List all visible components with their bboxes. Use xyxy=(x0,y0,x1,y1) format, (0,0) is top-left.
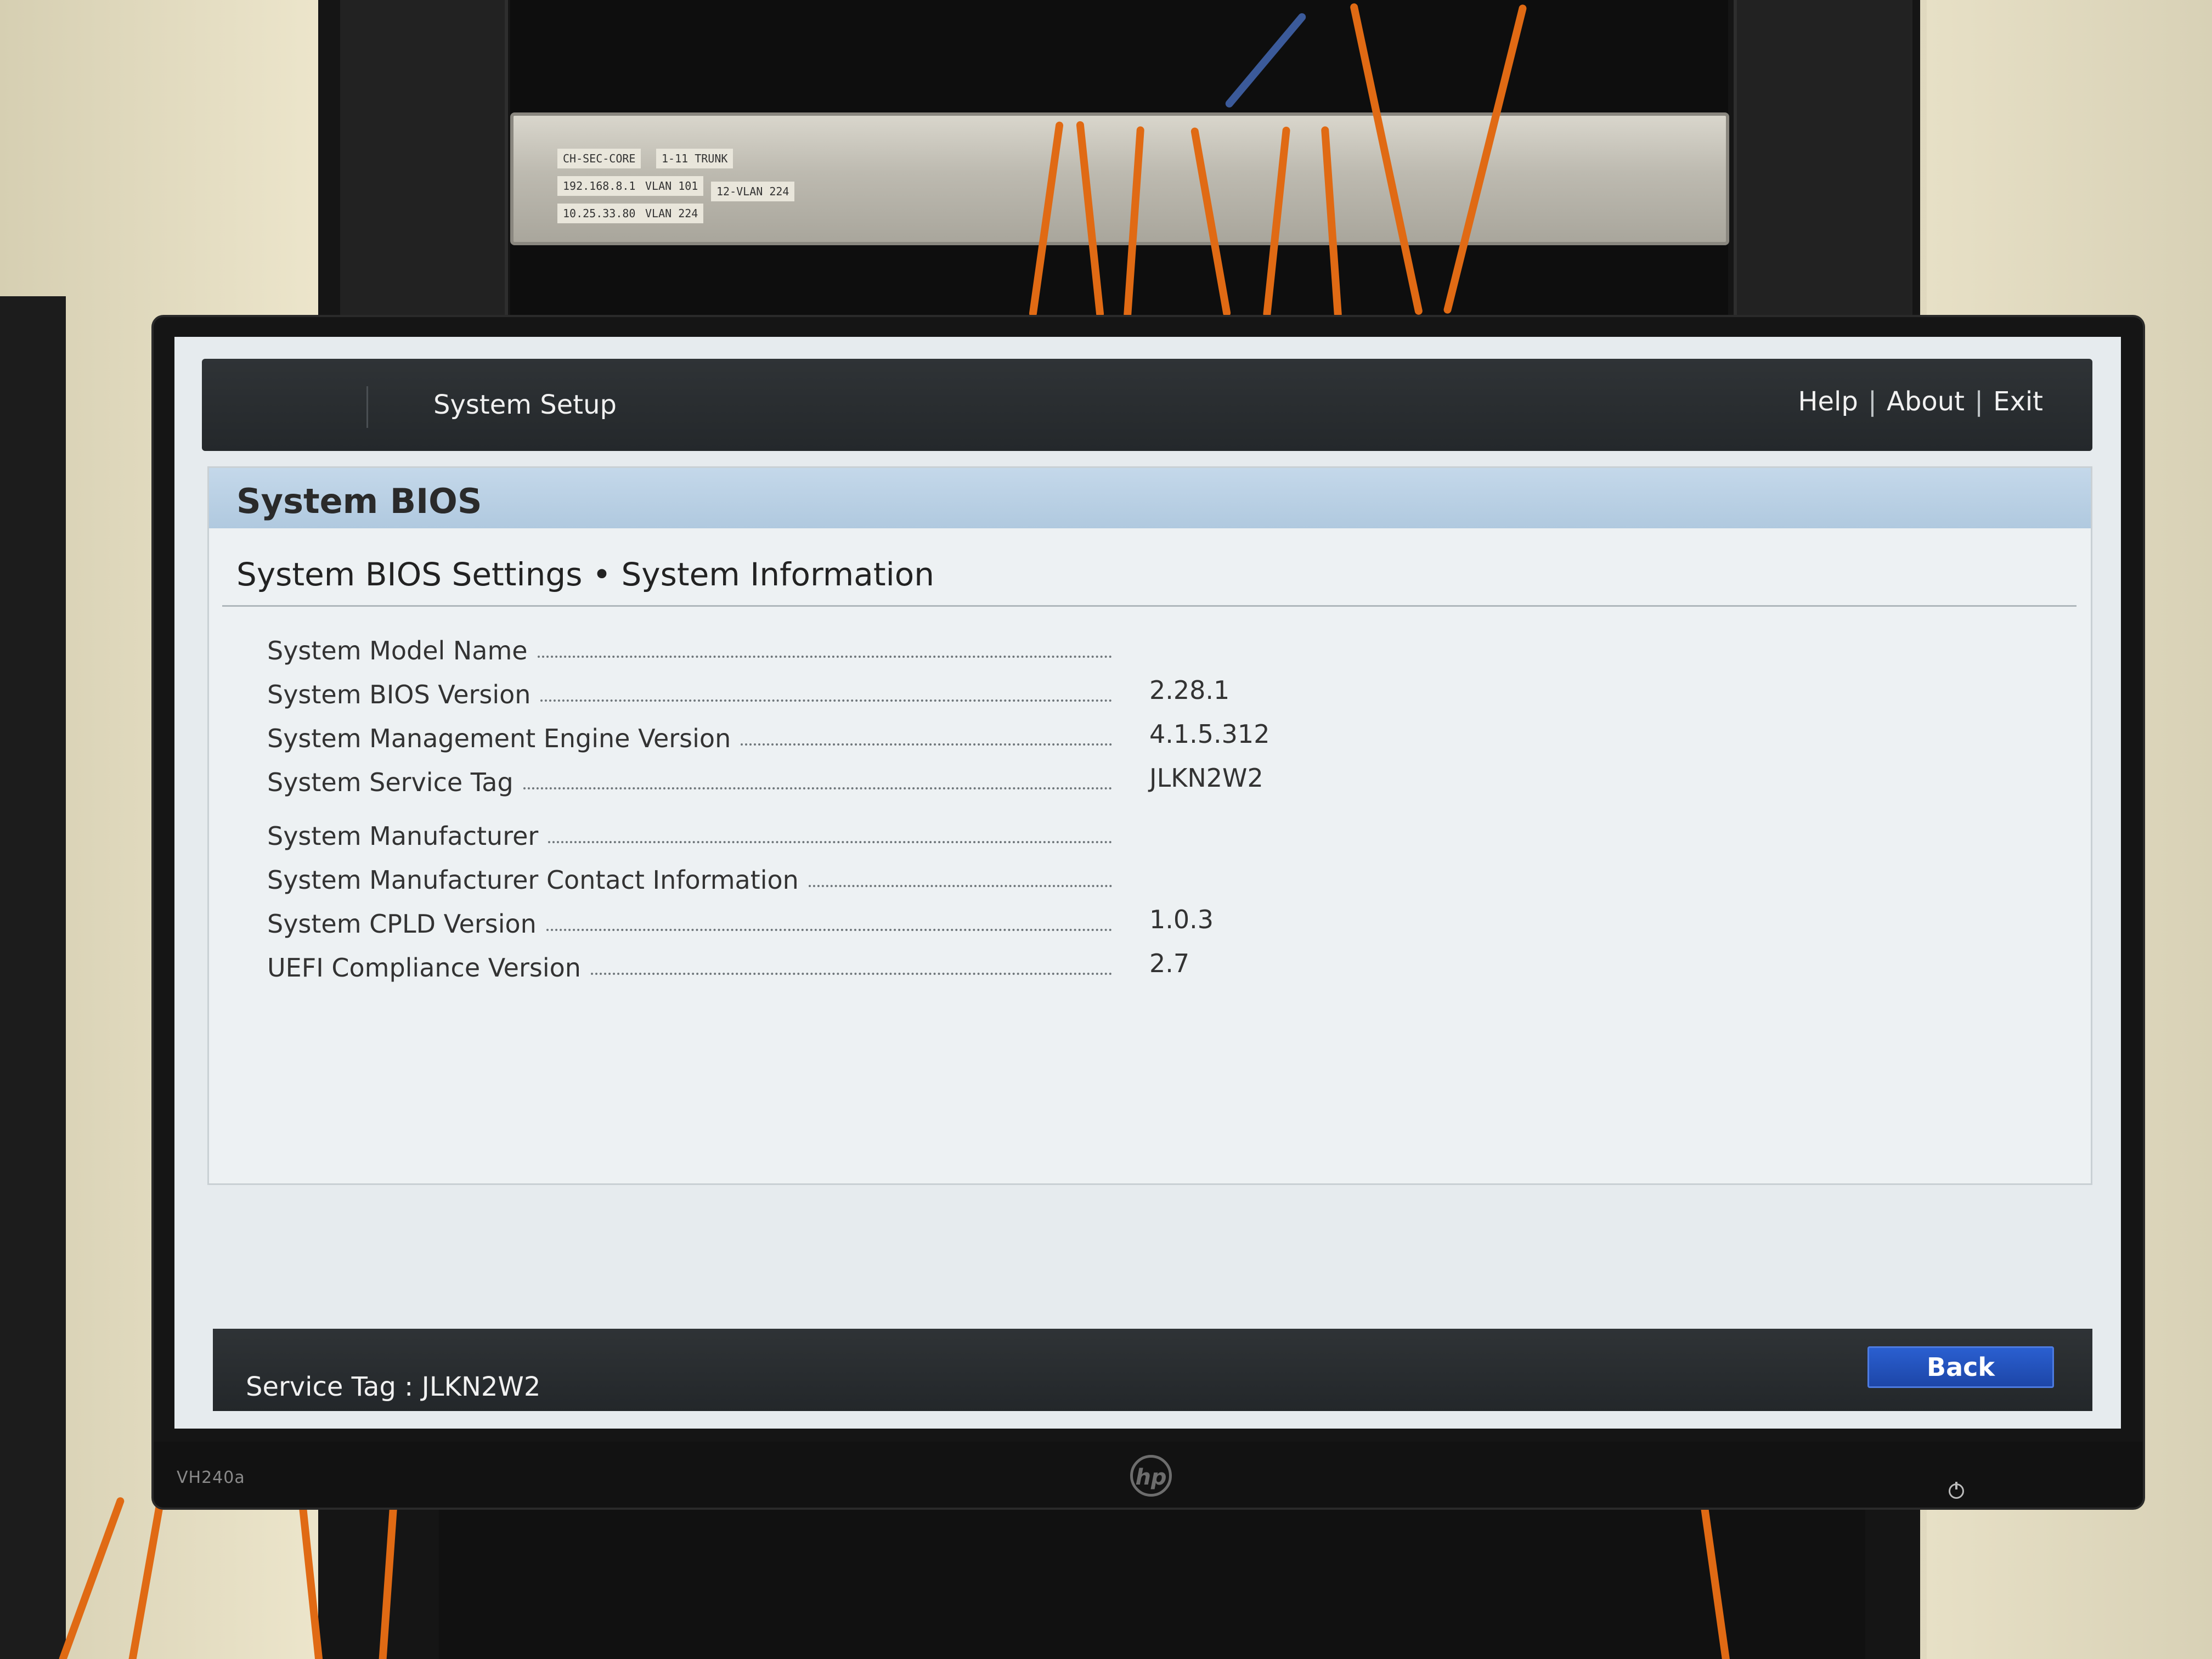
switch-label: CH-SEC-CORE xyxy=(557,149,641,168)
page-title: System BIOS xyxy=(236,481,482,521)
info-value: JLKN2W2 xyxy=(1149,763,1263,793)
info-label: System Manufacturer Contact Information xyxy=(267,865,799,895)
info-row-uefi-version: UEFI Compliance Version 2.7 xyxy=(267,944,1189,983)
network-switch: CH-SEC-CORE 1-11 TRUNK 192.168.8.1 VLAN … xyxy=(510,112,1729,245)
leader-dots xyxy=(537,656,1112,658)
rack-lower xyxy=(439,1503,1865,1659)
top-nav: Help | About | Exit xyxy=(1798,386,2043,417)
switch-label: VLAN 101 xyxy=(640,176,704,196)
nav-separator: | xyxy=(1974,386,1984,417)
monitor-model-label: VH240a xyxy=(177,1468,245,1487)
help-link[interactable]: Help xyxy=(1798,386,1858,417)
rack-rail-right xyxy=(1734,0,1912,324)
breadcrumb: System BIOS Settings • System Informatio… xyxy=(236,556,934,593)
leader-dots xyxy=(546,929,1112,931)
content-panel: System BIOS System BIOS Settings • Syste… xyxy=(207,466,2092,1185)
info-row-service-tag: System Service Tag JLKN2W2 xyxy=(267,759,1263,797)
power-icon[interactable] xyxy=(1949,1482,1964,1499)
service-tag-text: Service Tag : JLKN2W2 xyxy=(246,1372,541,1402)
about-link[interactable]: About xyxy=(1887,386,1965,417)
info-label: System Manufacturer xyxy=(267,821,539,851)
switch-label: 192.168.8.1 xyxy=(557,176,641,196)
switch-label: VLAN 224 xyxy=(640,204,704,223)
info-label: System Management Engine Version xyxy=(267,724,731,753)
back-button[interactable]: Back xyxy=(1867,1346,2054,1388)
info-label: System BIOS Version xyxy=(267,680,531,709)
info-value: 4.1.5.312 xyxy=(1149,719,1270,749)
info-label: System CPLD Version xyxy=(267,909,537,939)
info-value: 2.7 xyxy=(1149,949,1190,978)
info-label: UEFI Compliance Version xyxy=(267,953,581,983)
info-row-manufacturer: System Manufacturer xyxy=(267,812,1112,851)
info-row-model-name: System Model Name xyxy=(267,627,1112,665)
leader-dots xyxy=(548,841,1112,843)
divider xyxy=(222,605,2076,607)
info-row-cpld-version: System CPLD Version 1.0.3 xyxy=(267,900,1214,939)
hp-logo-icon: hp xyxy=(1130,1455,1172,1497)
leader-dots xyxy=(808,885,1112,887)
page-header-band: System BIOS xyxy=(209,468,2091,528)
info-value: 1.0.3 xyxy=(1149,905,1214,934)
nav-separator: | xyxy=(1867,386,1877,417)
info-row-bios-version: System BIOS Version 2.28.1 xyxy=(267,671,1229,709)
top-bar: System Setup Help | About | Exit xyxy=(202,359,2092,451)
leader-dots xyxy=(523,787,1112,789)
exit-link[interactable]: Exit xyxy=(1993,386,2043,417)
info-row-me-version: System Management Engine Version 4.1.5.3… xyxy=(267,715,1269,753)
top-bar-divider xyxy=(366,386,368,428)
info-value: 2.28.1 xyxy=(1149,675,1230,705)
leader-dots xyxy=(540,699,1112,702)
rack-rail-left xyxy=(340,0,508,324)
leader-dots xyxy=(590,973,1112,975)
bios-screen: System Setup Help | About | Exit System … xyxy=(174,337,2121,1429)
info-row-manufacturer-contact: System Manufacturer Contact Information xyxy=(267,856,1112,895)
switch-label: 1-11 TRUNK xyxy=(656,149,733,168)
info-label: System Service Tag xyxy=(267,768,514,797)
app-title: System Setup xyxy=(433,390,617,420)
left-cabinet xyxy=(0,296,66,1659)
switch-label: 12-VLAN 224 xyxy=(711,182,795,201)
footer-bar: Service Tag : JLKN2W2 Back xyxy=(213,1329,2092,1411)
info-label: System Model Name xyxy=(267,636,528,665)
switch-label: 10.25.33.80 xyxy=(557,204,641,223)
leader-dots xyxy=(741,743,1112,746)
